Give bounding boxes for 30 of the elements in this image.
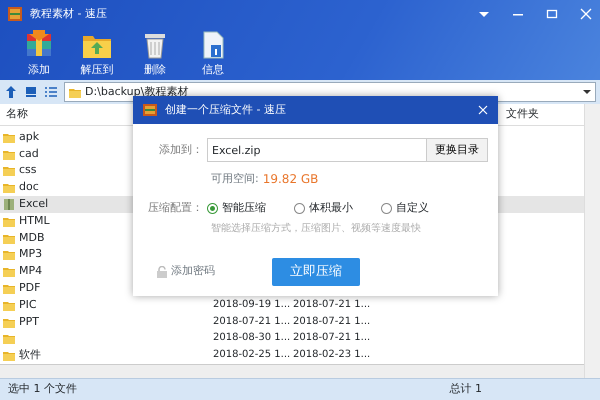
date-cell-text: 2018-07-21 1... <box>293 331 372 346</box>
date-cell-text: 2018-09-19 1... <box>213 298 292 312</box>
file-name: MDB <box>19 230 45 246</box>
field-label: 添加到： <box>158 142 203 158</box>
date-cell-text: 2018-07-21 1... <box>293 314 372 329</box>
date-cell-text: 2018-08-30 1... <box>213 331 292 346</box>
file-name: 软件 <box>19 347 41 364</box>
date-cell-text: 2018-02-23 1... <box>293 348 372 362</box>
window-title: 教程素材 - 速压 <box>30 6 108 22</box>
file-name: MP3 <box>19 246 42 262</box>
file-name: MP4 <box>19 263 42 280</box>
file-name: HTML <box>19 212 50 229</box>
hint-text: 智能选择压缩方式，压缩图片、视频等速度最快 <box>211 222 422 236</box>
date-cell-text: 2018-07-21 1... <box>293 298 372 312</box>
status-total: 总计 1 <box>450 381 482 398</box>
field-label: 压缩配置： <box>147 200 203 216</box>
dialog-title: 创建一个压缩文件 - 速压 <box>165 102 287 118</box>
space-value: 19.82 GB <box>262 171 318 188</box>
file-name: PIC <box>19 296 37 313</box>
file-name: Excel <box>19 196 48 212</box>
status-text: 选中 1 个文件 <box>8 381 77 398</box>
file-name: doc <box>19 179 39 196</box>
file-name: css <box>19 162 37 178</box>
file-name: apk <box>19 128 40 145</box>
space-label: 可用空间: <box>211 170 259 187</box>
file-name: PPT <box>19 314 39 330</box>
file-name: cad <box>19 146 39 162</box>
file-name: PDF <box>19 280 40 296</box>
date-cell-text: 2018-02-25 1... <box>213 348 292 362</box>
date-cell-text: 2018-07-21 1... <box>213 314 292 329</box>
